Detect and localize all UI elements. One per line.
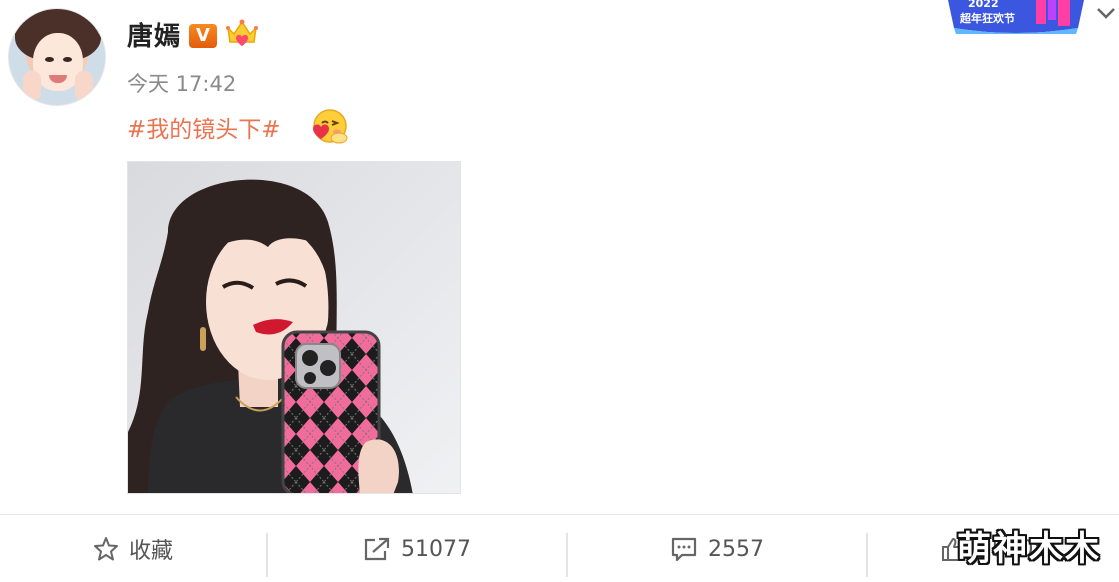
post-timestamp[interactable]: 今天 17:42 [127, 68, 236, 98]
comment-icon [671, 537, 697, 562]
hashtag-link[interactable]: #我的镜头下# [127, 110, 281, 144]
post-photo[interactable] [127, 161, 461, 494]
star-icon [93, 537, 118, 561]
selfie-image [128, 162, 460, 493]
comment-button[interactable]: 2557 [568, 515, 866, 582]
comment-count: 2557 [708, 536, 764, 562]
action-bar: 收藏 51077 2557 15008 [0, 514, 1119, 582]
weibo-post-card: 唐嫣 V 今天 17:42 #我的镜头下# 2022 超年狂欢节 收藏 5107… [0, 0, 1119, 582]
repost-button[interactable]: 51077 [268, 515, 566, 582]
chevron-down-icon[interactable] [1095, 6, 1117, 20]
watermark: 萌神木木 [957, 529, 1101, 569]
favorite-button[interactable]: 收藏 [0, 515, 266, 582]
verified-badge-icon[interactable]: V [189, 24, 217, 48]
banner-text: 超年狂欢节 [960, 12, 1015, 25]
banner-year: 2022 [968, 0, 999, 10]
username[interactable]: 唐嫣 [127, 16, 181, 53]
crown-heart-icon[interactable] [224, 18, 260, 50]
share-icon [364, 537, 390, 561]
hug-emoji-icon [313, 109, 348, 144]
avatar[interactable] [8, 8, 106, 106]
repost-count: 51077 [401, 536, 471, 562]
favorite-label: 收藏 [128, 539, 173, 564]
